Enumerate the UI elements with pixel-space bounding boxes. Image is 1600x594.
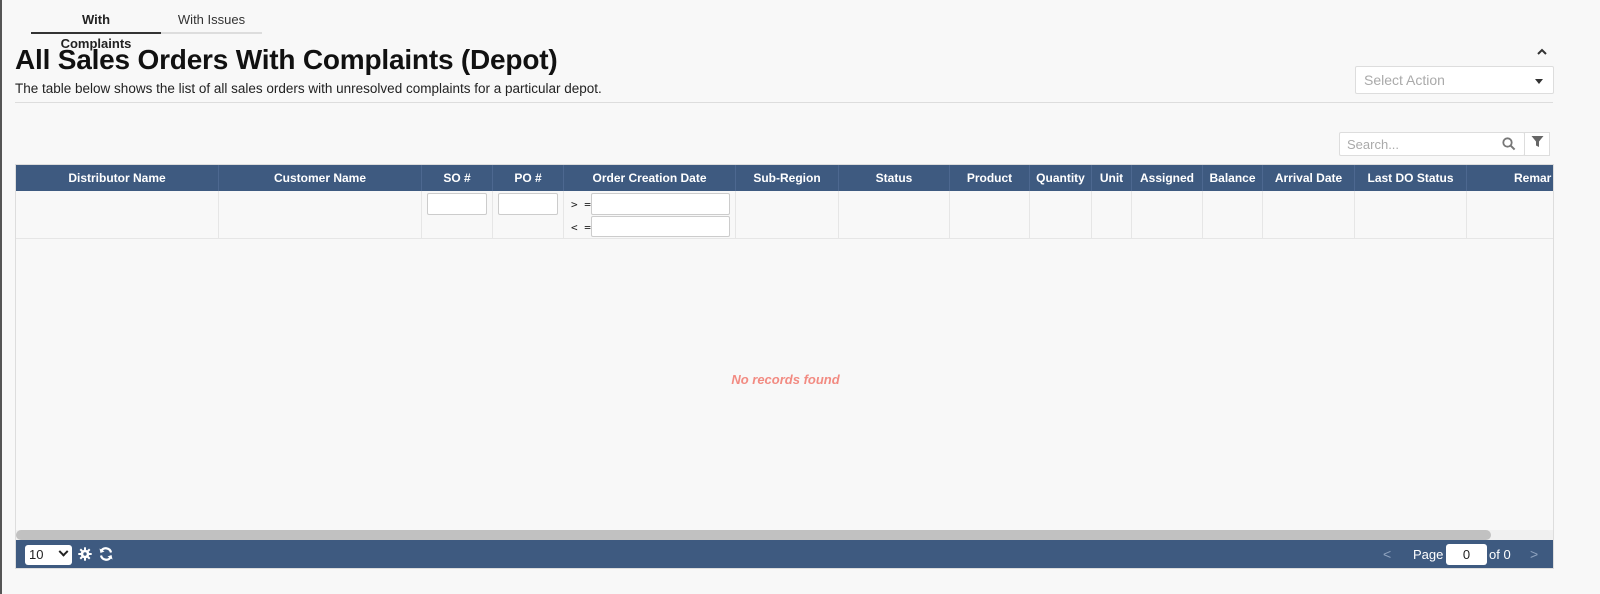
select-action-dropdown[interactable]: Select Action xyxy=(1355,66,1554,94)
select-action-placeholder: Select Action xyxy=(1364,72,1445,88)
page-subtitle: The table below shows the list of all sa… xyxy=(15,81,602,96)
refresh-icon[interactable] xyxy=(98,546,114,567)
column-header-balance[interactable]: Balance xyxy=(1203,165,1263,191)
filter-cell xyxy=(950,191,1030,239)
column-header-order-creation-date[interactable]: Order Creation Date xyxy=(564,165,736,191)
filter-cell xyxy=(422,191,493,239)
empty-state-message: No records found xyxy=(731,372,840,387)
page-total-label: of 0 xyxy=(1489,547,1511,562)
column-header-remarks[interactable]: Remar xyxy=(1467,165,1553,191)
divider xyxy=(15,102,1553,103)
page-number-input[interactable]: 0 xyxy=(1446,544,1487,565)
next-page-button[interactable]: > xyxy=(1530,546,1538,562)
search-icon[interactable] xyxy=(1502,137,1516,156)
column-header-po-number[interactable]: PO # xyxy=(493,165,564,191)
page-size-value: 10 xyxy=(29,547,44,562)
filter-cell xyxy=(493,191,564,239)
scrollbar-thumb[interactable] xyxy=(16,530,1491,540)
column-header-arrival-date[interactable]: Arrival Date xyxy=(1263,165,1355,191)
window-left-edge xyxy=(0,0,2,594)
filter-cell xyxy=(1263,191,1355,239)
column-header-sub-region[interactable]: Sub-Region xyxy=(736,165,839,191)
filter-cell xyxy=(736,191,839,239)
filter-cell: > = < = xyxy=(564,191,736,239)
column-header-customer-name[interactable]: Customer Name xyxy=(219,165,422,191)
column-header-last-do-status[interactable]: Last DO Status xyxy=(1355,165,1467,191)
sales-orders-grid: Distributor Name Customer Name SO # PO #… xyxy=(15,164,1554,569)
chevron-down-icon xyxy=(58,546,69,557)
column-header-distributor-name[interactable]: Distributor Name xyxy=(16,165,219,191)
search-input[interactable] xyxy=(1340,133,1490,155)
filter-cell xyxy=(219,191,422,239)
pager-bar: 10 < Page 0 of 0 > xyxy=(16,540,1553,568)
date-to-input[interactable] xyxy=(591,216,730,237)
tab-bar: With Complaints With Issues xyxy=(31,8,262,51)
filter-button[interactable] xyxy=(1524,132,1550,156)
gear-icon[interactable] xyxy=(78,547,92,566)
previous-page-button[interactable]: < xyxy=(1383,546,1391,562)
filter-cell xyxy=(1203,191,1263,239)
filter-cell xyxy=(16,191,219,239)
column-header-product[interactable]: Product xyxy=(950,165,1030,191)
page-title: All Sales Orders With Complaints (Depot) xyxy=(15,44,558,75)
filter-cell xyxy=(1030,191,1092,239)
caret-down-icon xyxy=(1535,79,1543,84)
filter-cell xyxy=(1132,191,1203,239)
filter-cell xyxy=(1467,191,1553,239)
column-header-status[interactable]: Status xyxy=(839,165,950,191)
column-header-assigned[interactable]: Assigned xyxy=(1132,165,1203,191)
so-number-filter-input[interactable] xyxy=(427,193,487,215)
date-from-label: > = xyxy=(571,198,591,211)
search-box xyxy=(1339,132,1525,156)
column-header-quantity[interactable]: Quantity xyxy=(1030,165,1092,191)
date-to-label: < = xyxy=(571,221,591,234)
page-size-select[interactable]: 10 xyxy=(25,545,72,565)
po-number-filter-input[interactable] xyxy=(498,193,558,215)
horizontal-scrollbar[interactable] xyxy=(16,530,1553,540)
column-header-unit[interactable]: Unit xyxy=(1092,165,1132,191)
filter-cell xyxy=(1092,191,1132,239)
grid-header: Distributor Name Customer Name SO # PO #… xyxy=(16,165,1553,191)
page-label: Page xyxy=(1413,547,1444,562)
date-from-input[interactable] xyxy=(591,193,730,215)
column-header-so-number[interactable]: SO # xyxy=(422,165,493,191)
filter-icon xyxy=(1531,135,1544,153)
tab-with-complaints[interactable]: With Complaints xyxy=(31,8,161,51)
filter-cell xyxy=(839,191,950,239)
collapse-icon[interactable] xyxy=(1535,44,1549,58)
tab-with-issues[interactable]: With Issues xyxy=(161,8,262,34)
filter-cell xyxy=(1355,191,1467,239)
filter-row: > = < = xyxy=(16,191,1553,239)
